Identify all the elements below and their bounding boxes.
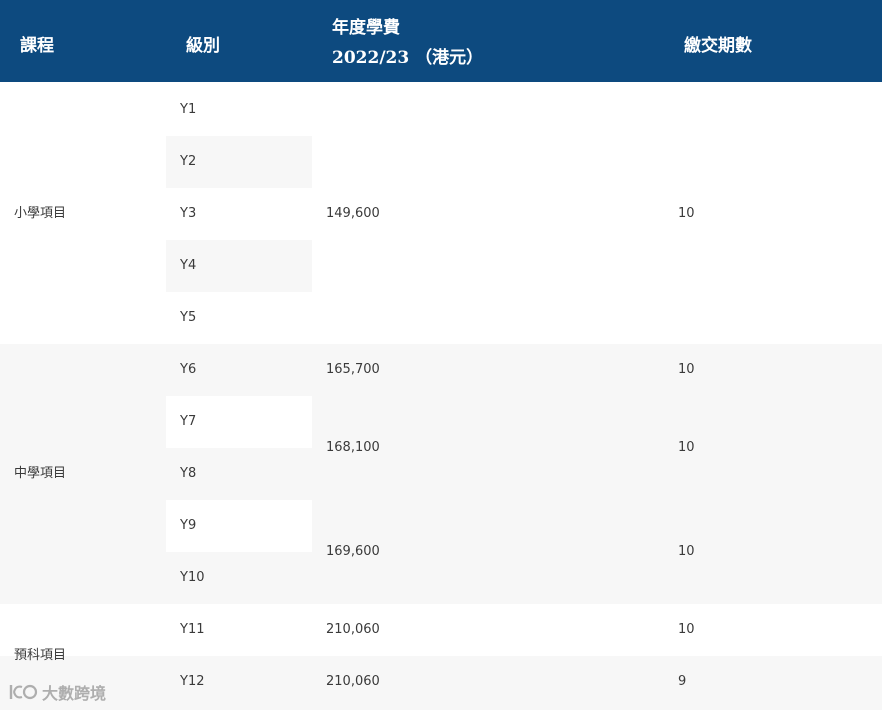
header-course: 課程 bbox=[20, 36, 54, 56]
watermark-text: 大數跨境 bbox=[42, 684, 107, 703]
level-y2: Y2 bbox=[180, 154, 197, 169]
level-y8: Y8 bbox=[180, 466, 197, 481]
secondary-band bbox=[0, 344, 882, 604]
installments-y12: 9 bbox=[678, 674, 687, 689]
fee-y11: 210,060 bbox=[326, 622, 380, 637]
watermark: 大數跨境 bbox=[8, 680, 106, 704]
fee-y6: 165,700 bbox=[326, 362, 380, 377]
y12-row-band bbox=[0, 656, 882, 710]
level-y10: Y10 bbox=[180, 570, 205, 585]
level-y11: Y11 bbox=[180, 622, 205, 637]
header-fee-line1: 年度學費 bbox=[332, 18, 400, 38]
level-y3: Y3 bbox=[180, 206, 197, 221]
fee-y7-y8: 168,100 bbox=[326, 440, 380, 455]
level-y7: Y7 bbox=[180, 414, 197, 429]
header-annual-fee: 年度學費 2022/23 （港元） bbox=[332, 13, 483, 73]
header-installments: 繳交期數 bbox=[684, 36, 752, 56]
installments-y6: 10 bbox=[678, 362, 695, 377]
header-level: 級別 bbox=[186, 36, 220, 56]
fee-primary: 149,600 bbox=[326, 206, 380, 221]
level-y6: Y6 bbox=[180, 362, 197, 377]
level-y9: Y9 bbox=[180, 518, 197, 533]
program-secondary: 中學項目 bbox=[14, 466, 67, 481]
level-y5: Y5 bbox=[180, 310, 197, 325]
installments-y7-y8: 10 bbox=[678, 440, 695, 455]
installments-y11: 10 bbox=[678, 622, 695, 637]
fee-y12: 210,060 bbox=[326, 674, 380, 689]
table-header: 課程 級別 年度學費 2022/23 （港元） 繳交期數 bbox=[0, 0, 882, 82]
program-primary: 小學項目 bbox=[14, 206, 67, 221]
program-preu: 預科項目 bbox=[14, 648, 67, 663]
level-y12: Y12 bbox=[180, 674, 205, 689]
level-y1: Y1 bbox=[180, 102, 197, 117]
installments-primary: 10 bbox=[678, 206, 695, 221]
installments-y9-y10: 10 bbox=[678, 544, 695, 559]
header-fee-line2: 2022/23 （港元） bbox=[332, 48, 484, 68]
fee-y9-y10: 169,600 bbox=[326, 544, 380, 559]
brand-logo-icon bbox=[8, 681, 38, 703]
level-y4: Y4 bbox=[180, 258, 197, 273]
